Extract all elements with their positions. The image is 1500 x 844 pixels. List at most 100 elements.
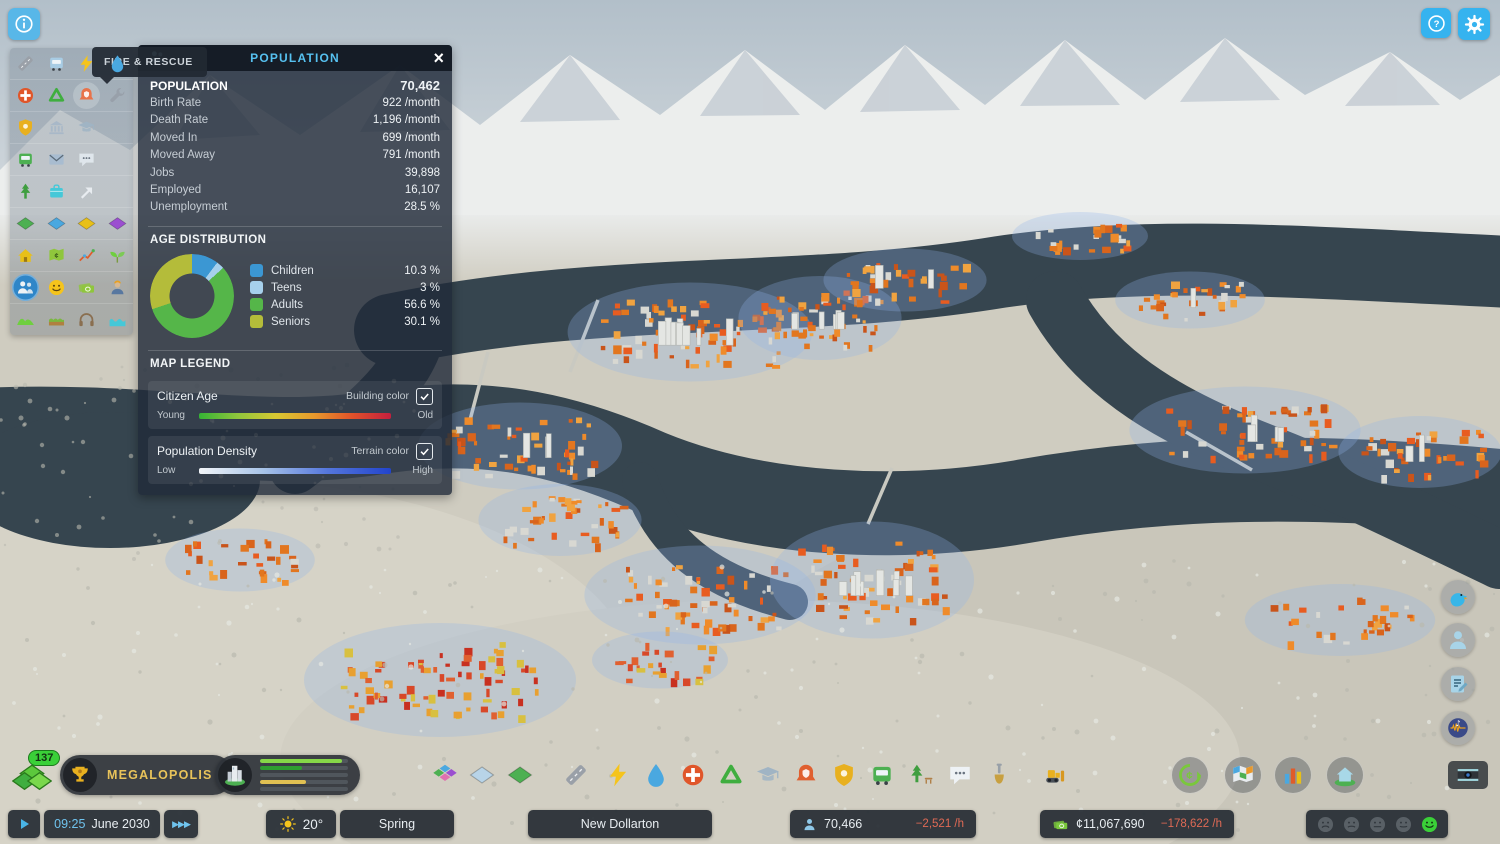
routes-icon	[77, 182, 96, 201]
infoview-zoning-commercial-button[interactable]	[41, 208, 72, 239]
infoview-greenery-button[interactable]	[102, 240, 133, 271]
citizen-info-button[interactable]	[1441, 623, 1475, 657]
legend-checkbox[interactable]	[416, 388, 433, 405]
zones-button[interactable]	[431, 761, 459, 789]
healthcare-icon	[16, 86, 35, 105]
infoview-transit-stop-button[interactable]	[41, 48, 72, 79]
stat-label: Moved In	[150, 132, 197, 144]
garbage-button[interactable]	[717, 761, 745, 789]
season-display[interactable]: Spring	[340, 810, 454, 838]
bulldozer-button[interactable]	[1042, 761, 1070, 789]
infoview-roads-button[interactable]	[10, 48, 41, 79]
photo-mode-button[interactable]	[1448, 761, 1488, 789]
administration-icon	[47, 118, 66, 137]
fast-forward-icon: ▶▶▶	[172, 819, 190, 830]
infoview-administration-button[interactable]	[41, 112, 72, 143]
radio-button[interactable]: ♪	[1441, 711, 1475, 745]
infoview-zoning-residential-button[interactable]	[10, 208, 41, 239]
infoview-fire-rescue-button[interactable]	[72, 80, 103, 111]
help-button[interactable]: ?	[1421, 8, 1451, 38]
communications-button[interactable]	[946, 761, 974, 789]
statistics-button[interactable]	[1279, 761, 1307, 789]
population-display[interactable]: 70,466 −2,521 /h	[790, 810, 976, 838]
city-name-display[interactable]: New Dollarton	[528, 810, 712, 838]
clock-time: 09:25	[54, 817, 85, 831]
stat-row: Moved In699 /month	[150, 129, 440, 146]
infoview-land-value-button[interactable]	[10, 240, 41, 271]
infoview-healthcare-button[interactable]	[10, 80, 41, 111]
terraforming-button[interactable]	[985, 761, 1013, 789]
infoview-growth-button[interactable]	[72, 240, 103, 271]
info-button[interactable]	[8, 8, 40, 40]
infoview-parks-button[interactable]	[10, 176, 41, 207]
infoview-population-view-button[interactable]	[10, 272, 41, 303]
infoview-terrain-view-button[interactable]	[10, 304, 41, 335]
districts-button[interactable]	[468, 761, 496, 789]
infoview-water-button[interactable]	[102, 48, 133, 79]
infoview-tourism-button[interactable]	[41, 176, 72, 207]
terraforming-icon	[986, 762, 1012, 788]
parks-recreation-button[interactable]	[907, 761, 935, 789]
legend-color-chip	[250, 315, 263, 328]
infoview-education-button[interactable]	[72, 112, 103, 143]
infoview-soil-view-button[interactable]	[41, 304, 72, 335]
xp-bars	[260, 759, 348, 791]
info-views-icon	[1230, 762, 1256, 788]
play-pause-button[interactable]	[8, 810, 40, 838]
happiness-display[interactable]	[1306, 810, 1448, 838]
close-icon[interactable]: ×	[433, 46, 444, 70]
education-button[interactable]	[754, 761, 782, 789]
healthcare-button[interactable]	[679, 761, 707, 789]
infoview-water-quality-view-button[interactable]	[102, 304, 133, 335]
transportation-button[interactable]	[868, 761, 896, 789]
age-legend: Children10.3 %Teens3 %Adults56.6 %Senior…	[250, 262, 440, 330]
chirper-button[interactable]	[1441, 580, 1475, 614]
water-sewage-button[interactable]	[642, 761, 670, 789]
person-icon	[802, 817, 817, 832]
legend-color-chip	[250, 298, 263, 311]
stat-value: 922 /month	[382, 97, 440, 109]
infoview-zoning-office-button[interactable]	[102, 208, 133, 239]
infoview-money-view-button[interactable]	[72, 272, 103, 303]
camera-icon	[1455, 762, 1481, 788]
roads-button[interactable]	[562, 761, 590, 789]
infoview-happiness-view-button[interactable]	[41, 272, 72, 303]
legend-label: Population Density	[157, 444, 351, 458]
money-display[interactable]: ¢11,067,690 −178,622 /h	[1040, 810, 1234, 838]
age-group-value: 10.3 %	[404, 265, 440, 277]
stat-value: 791 /month	[382, 149, 440, 161]
police-button[interactable]	[830, 761, 858, 789]
infoview-routes-button[interactable]	[72, 176, 103, 207]
infoview-workers-view-button[interactable]	[102, 272, 133, 303]
infoview-public-transport-button[interactable]	[10, 144, 41, 175]
infoview-garbage-button[interactable]	[41, 80, 72, 111]
legend-checkbox[interactable]	[416, 443, 433, 460]
temperature-display[interactable]: 20°	[266, 810, 336, 838]
milestone-button[interactable]: MEGALOPOLIS	[60, 755, 233, 795]
progression-button[interactable]	[1331, 761, 1359, 789]
age-group-value: 3 %	[420, 282, 440, 294]
speed-button[interactable]: ▶▶▶	[164, 810, 198, 838]
stat-value: 70,462	[400, 78, 440, 93]
infoview-communications-button[interactable]	[72, 144, 103, 175]
infoview-economy-view-button[interactable]: ¢	[41, 240, 72, 271]
infoview-zoning-industrial-button[interactable]	[72, 208, 103, 239]
infoview-noise-view-button[interactable]	[72, 304, 103, 335]
settings-button[interactable]	[1458, 8, 1490, 40]
infoview-maintenance-button[interactable]	[102, 80, 133, 111]
education-icon	[77, 118, 96, 137]
garbage-icon	[47, 86, 66, 105]
xp-progress-widget[interactable]	[215, 755, 360, 795]
info-views-button[interactable]	[1229, 761, 1257, 789]
xp-bar	[260, 773, 348, 777]
map-tiles-button[interactable]: 137	[12, 756, 56, 798]
journal-button[interactable]	[1441, 667, 1475, 701]
economy-button[interactable]: ¢	[1176, 761, 1204, 789]
money-amount: ¢11,067,690	[1076, 817, 1145, 831]
transportation-icon	[869, 762, 895, 788]
infoview-post-button[interactable]	[41, 144, 72, 175]
electricity-button[interactable]	[604, 761, 632, 789]
landscaping-button[interactable]	[506, 761, 534, 789]
infoview-police-button[interactable]	[10, 112, 41, 143]
fire-rescue-button[interactable]	[792, 761, 820, 789]
